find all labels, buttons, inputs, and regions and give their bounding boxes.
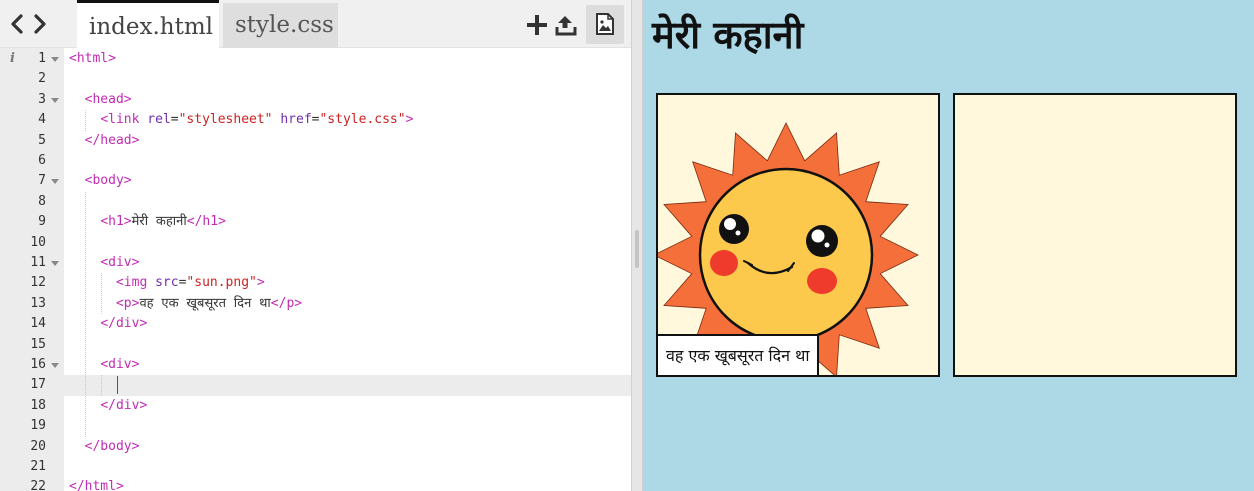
chevron-left-icon[interactable] (8, 13, 26, 35)
code-line[interactable]: 1 i <html> (0, 49, 631, 69)
line-number[interactable]: 6 (0, 151, 46, 171)
fold-arrow-icon[interactable] (51, 261, 59, 266)
code-text: <h1>मेरी कहानी</h1> (100, 214, 226, 230)
preview-toggle-button[interactable] (586, 5, 624, 44)
chevron-right-icon[interactable] (31, 13, 49, 35)
indent-guide (85, 110, 86, 131)
line-number[interactable]: 4 (0, 110, 46, 130)
plus-icon[interactable] (526, 14, 548, 36)
fold-arrow-icon[interactable] (51, 363, 59, 368)
line-number[interactable]: 15 (0, 335, 46, 355)
fold-arrow-icon[interactable] (51, 179, 59, 185)
line-number[interactable]: 20 (0, 437, 46, 457)
story-panel-2 (953, 93, 1237, 377)
image-caption: वह एक खूबसूरत दिन था (658, 334, 820, 375)
code-text: <div> (100, 255, 140, 270)
line-number[interactable]: 3 (0, 90, 46, 110)
code-text: <link rel="stylesheet" href="style.css"> (100, 112, 414, 128)
image-icon (596, 13, 614, 35)
code-line[interactable]: 3 <head> (0, 90, 631, 110)
info-icon[interactable]: i (10, 51, 15, 66)
tab-style-css[interactable]: style.css (223, 3, 338, 48)
upload-icon[interactable] (555, 14, 577, 36)
code-text: </html> (69, 479, 124, 491)
text-cursor (117, 376, 118, 394)
line-number[interactable]: 12 (0, 273, 46, 293)
line-number[interactable]: 11 (0, 253, 46, 273)
line-number[interactable]: 9 (0, 212, 46, 232)
line-number[interactable]: 1 (0, 49, 46, 69)
code-text: </div> (100, 397, 148, 413)
code-text: <div> (100, 357, 140, 372)
code-line[interactable]: 22 </html> (0, 477, 631, 491)
code-line[interactable]: 11 <div> (0, 253, 631, 273)
code-line[interactable]: 13 <p>वह एक खूबसूरत दिन था</p> (0, 294, 631, 314)
line-number[interactable]: 17 (0, 375, 46, 395)
code-line[interactable]: 18 </div> (0, 396, 631, 416)
preview-pane: मेरी कहानी वह एक खूबसूरत दिन था (643, 0, 1254, 491)
line-number[interactable]: 2 (0, 69, 46, 89)
tab-label: index.html (89, 14, 214, 40)
code-line[interactable]: 7 <body> (0, 171, 631, 191)
code-text: </head> (84, 132, 140, 148)
code-text: </div> (100, 316, 148, 332)
code-line[interactable]: 6 (0, 151, 631, 171)
page-title: मेरी कहानी (652, 13, 804, 57)
splitter-grip[interactable] (635, 230, 639, 268)
line-number[interactable]: 14 (0, 314, 46, 334)
indent-guide (101, 273, 102, 315)
tab-label: style.css (235, 12, 334, 38)
code-line[interactable]: 15 (0, 335, 631, 355)
tab-index-html[interactable]: index.html (77, 0, 219, 49)
code-editor[interactable]: index.html style.css 1 i <html> 2 3 <head> 4 … (0, 0, 631, 491)
line-number[interactable]: 10 (0, 233, 46, 253)
line-number[interactable]: 22 (0, 477, 46, 491)
code-text: <head> (84, 91, 132, 107)
line-number[interactable]: 16 (0, 355, 46, 375)
code-text: <body> (84, 173, 132, 189)
code-line[interactable]: 12 <img src="sun.png"> (0, 273, 631, 293)
indent-guide (85, 191, 86, 437)
code-line[interactable]: 10 (0, 233, 631, 253)
pane-splitter[interactable] (631, 0, 643, 491)
code-text: </body> (84, 438, 140, 454)
code-line[interactable]: 9 <h1>मेरी कहानी</h1> (0, 212, 631, 232)
code-text: <html> (69, 51, 116, 66)
fold-arrow-icon[interactable] (51, 57, 59, 62)
code-line[interactable]: 19 (0, 416, 631, 436)
code-text: <img src="sun.png"> (115, 275, 265, 291)
fold-arrow-icon[interactable] (51, 97, 59, 103)
code-line[interactable]: 16 <div> (0, 355, 631, 375)
code-line[interactable]: 14 </div> (0, 314, 631, 334)
line-number[interactable]: 13 (0, 294, 46, 314)
indent-guide (101, 375, 102, 396)
code-line[interactable]: 5 </head> (0, 131, 631, 151)
line-number[interactable]: 5 (0, 131, 46, 151)
code-line[interactable]: 17 (0, 375, 631, 396)
line-number[interactable]: 18 (0, 396, 46, 416)
line-number[interactable]: 19 (0, 416, 46, 436)
story-panel-1: वह एक खूबसूरत दिन था (656, 93, 940, 377)
line-number[interactable]: 8 (0, 192, 46, 212)
code-text: <p>वह एक खूबसूरत दिन था</p> (115, 295, 303, 311)
code-line[interactable]: 8 (0, 192, 631, 212)
editor-toolbar: index.html style.css (0, 0, 631, 49)
line-number[interactable]: 7 (0, 171, 46, 191)
code-line[interactable]: 4 <link rel="stylesheet" href="style.css… (0, 110, 631, 130)
code-line[interactable]: 21 (0, 457, 631, 477)
code-line[interactable]: 2 (0, 69, 631, 89)
code-line[interactable]: 20 </body> (0, 437, 631, 457)
sun-image (658, 122, 919, 375)
line-number[interactable]: 21 (0, 457, 46, 477)
